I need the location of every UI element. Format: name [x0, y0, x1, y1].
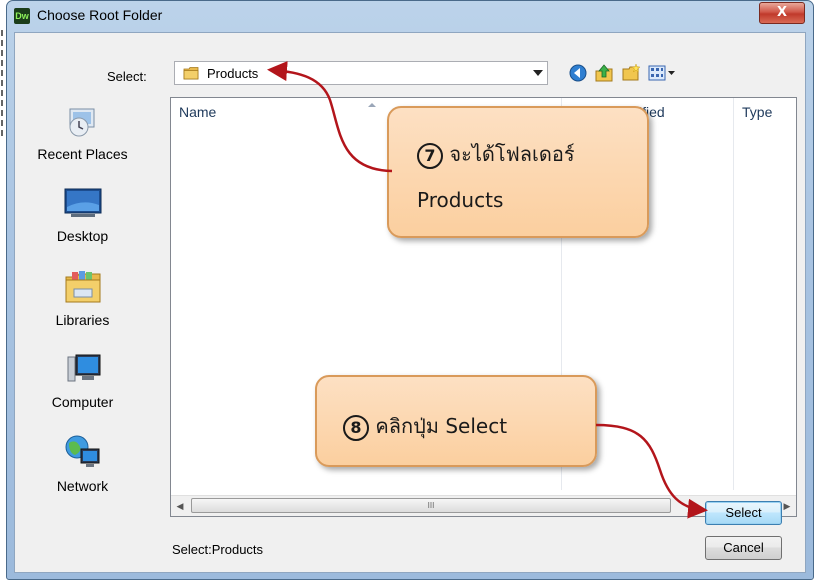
- place-computer[interactable]: Computer: [25, 351, 140, 410]
- sort-arrow-icon: [368, 103, 376, 107]
- left-page-edge: [0, 30, 4, 140]
- select-label: Select:: [107, 69, 147, 84]
- callout-8-text: คลิกปุ่ม Select: [375, 414, 508, 438]
- computer-icon: [67, 354, 100, 382]
- place-network[interactable]: Network: [25, 433, 140, 494]
- new-folder-icon[interactable]: [621, 63, 641, 83]
- callout-step-8: 8 คลิกปุ่ม Select: [315, 375, 597, 467]
- view-menu-icon[interactable]: [648, 63, 678, 83]
- window-title: Choose Root Folder: [37, 7, 163, 23]
- place-label: Network: [56, 478, 109, 494]
- column-separator: [733, 98, 734, 490]
- step-8-marker: 8: [343, 414, 369, 441]
- selection-status-text: Select:Products: [172, 542, 264, 557]
- close-button[interactable]: X: [759, 2, 805, 24]
- dreamweaver-app-icon: Dw: [14, 8, 30, 24]
- callout-7-text-line2: Products: [417, 188, 504, 212]
- place-libraries[interactable]: Libraries: [25, 269, 140, 328]
- place-label: Recent Places: [37, 146, 128, 162]
- step-7-marker: 7: [417, 142, 443, 169]
- recent-places-icon: [69, 108, 94, 137]
- place-desktop[interactable]: Desktop: [25, 187, 140, 244]
- back-icon[interactable]: [568, 63, 588, 83]
- column-header-type[interactable]: Type: [734, 98, 796, 126]
- folder-icon: [183, 67, 199, 80]
- callout-step-7: 7 จะได้โฟลเดอร์ Products: [387, 106, 649, 238]
- libraries-icon: [65, 271, 100, 303]
- places-bar: Recent Places Desktop Libraries Computer…: [25, 99, 140, 515]
- folder-path-value: Products: [207, 66, 259, 81]
- place-label: Computer: [51, 394, 114, 410]
- select-button[interactable]: Select: [705, 501, 782, 525]
- up-folder-icon[interactable]: [594, 63, 614, 83]
- scroll-left-arrow[interactable]: ◀: [171, 496, 189, 516]
- place-label: Desktop: [56, 228, 109, 244]
- chevron-down-icon[interactable]: [533, 70, 543, 76]
- network-icon: [65, 435, 99, 467]
- place-recent-places[interactable]: Recent Places: [25, 105, 140, 162]
- cancel-button[interactable]: Cancel: [705, 536, 782, 560]
- desktop-icon: [64, 188, 101, 217]
- folder-path-combobox[interactable]: Products: [174, 61, 548, 85]
- choose-root-folder-dialog: Dw Choose Root Folder X Select: Products: [6, 0, 814, 580]
- place-label: Libraries: [55, 312, 110, 328]
- callout-7-text: จะได้โฟลเดอร์: [449, 142, 575, 166]
- scroll-thumb[interactable]: III: [191, 498, 671, 513]
- title-bar[interactable]: Dw Choose Root Folder X: [7, 1, 813, 31]
- horizontal-scrollbar[interactable]: ◀ III ▶: [171, 495, 796, 516]
